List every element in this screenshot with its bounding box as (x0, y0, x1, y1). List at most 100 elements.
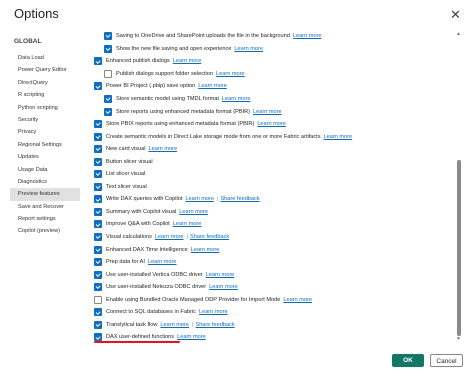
feature-checkbox[interactable] (104, 107, 112, 116)
feature-label: Improve Q&A with Copilot (106, 221, 170, 228)
feature-checkbox[interactable] (94, 132, 102, 141)
feature-row: Button slicer visual (94, 155, 462, 168)
learn-more-link[interactable]: Learn more (148, 146, 177, 152)
feature-row: Create semantic models in Direct Lake st… (94, 130, 462, 143)
feature-row: Use user-installed Netezza ODBC driver Le… (94, 281, 462, 294)
learn-more-link[interactable]: Learn more (216, 71, 245, 77)
learn-more-link[interactable]: Learn more (257, 121, 286, 127)
share-feedback-link[interactable]: Share feedback (220, 196, 259, 202)
feature-label: Saving to OneDrive and SharePoint upload… (116, 33, 290, 40)
feature-row: Enable using Bundled Oracle Managed ODP … (94, 293, 462, 306)
feature-checkbox[interactable] (94, 283, 102, 292)
dialog-title: Options (14, 6, 59, 21)
scroll-down-arrow-icon[interactable]: ▼ (456, 336, 461, 342)
feature-checkbox[interactable] (94, 207, 102, 216)
feature-row: Translytical task flow Learn more | Share f… (94, 319, 462, 332)
feature-label: Store semantic model using TMDL format (116, 96, 219, 102)
feature-row: Use user-installed Vertica ODBC driver Le… (94, 268, 462, 281)
sidebar-item-python-scripting[interactable]: Python scripting (10, 102, 80, 114)
feature-row: Write DAX queries with Copilot Learn more… (94, 193, 462, 206)
learn-more-link[interactable]: Learn more (173, 221, 202, 227)
learn-more-link[interactable]: Learn more (222, 96, 251, 102)
feature-checkbox[interactable] (94, 170, 102, 179)
learn-more-link[interactable]: Learn more (206, 272, 235, 278)
feature-row: Store semantic model using TMDL format Le… (94, 93, 462, 106)
learn-more-link[interactable]: Learn more (324, 134, 353, 140)
sidebar-item-privacy[interactable]: Privacy (10, 126, 80, 138)
feature-checkbox[interactable] (94, 233, 102, 242)
feature-label: Translytical task flow (106, 321, 158, 328)
feature-checkbox[interactable] (94, 182, 102, 191)
sidebar-item-data-load[interactable]: Data Load (10, 52, 80, 64)
share-feedback-link[interactable]: Share feedback (195, 322, 234, 328)
sidebar-item-regional-settings[interactable]: Regional Settings (10, 139, 80, 151)
feature-checkbox[interactable] (94, 295, 102, 304)
close-icon[interactable]: ✕ (449, 8, 462, 21)
share-feedback-link[interactable]: Share feedback (190, 234, 229, 240)
sidebar-item-preview-features[interactable]: Preview features (10, 188, 80, 201)
feature-checkbox[interactable] (94, 220, 102, 229)
feature-label: Power BI Project (.pbip) save option (106, 83, 196, 90)
learn-more-link[interactable]: Learn more (173, 58, 202, 64)
sidebar-item-diagnostics[interactable]: Diagnostics (10, 176, 80, 188)
link-separator: | (216, 196, 219, 203)
feature-label: Button slicer visual (106, 158, 153, 165)
feature-checkbox[interactable] (94, 195, 102, 204)
learn-more-link[interactable]: Learn more (148, 259, 177, 265)
learn-more-link[interactable]: Learn more (198, 83, 227, 89)
feature-checkbox[interactable] (94, 258, 102, 267)
learn-more-link[interactable]: Learn more (199, 309, 228, 315)
feature-checkbox[interactable] (104, 32, 112, 41)
feature-checkbox[interactable] (104, 69, 112, 78)
sidebar-item-save-and-recover[interactable]: Save and Recover (10, 201, 80, 213)
feature-row: Enhanced DAX Time Intelligence Learn more (94, 243, 462, 256)
feature-label: New card visual (106, 146, 146, 153)
learn-more-link[interactable]: Learn more (179, 209, 208, 215)
options-sidebar: GLOBAL Data Load Power Query Editor Direct… (10, 36, 80, 238)
learn-more-link[interactable]: Learn more (234, 46, 263, 52)
feature-checkbox[interactable] (104, 95, 112, 103)
feature-row: List slicer visual (94, 168, 462, 181)
feature-label: List slicer visual (106, 171, 146, 178)
feature-row: Saving to OneDrive and SharePoint upload… (94, 30, 462, 43)
sidebar-item-usage-data[interactable]: Usage Data (10, 164, 80, 176)
learn-more-link[interactable]: Learn more (160, 322, 189, 328)
sidebar-item-directquery[interactable]: DirectQuery (10, 77, 80, 89)
scroll-up-arrow-icon[interactable]: ▲ (456, 31, 461, 37)
feature-row: Store PBIX reports using enhanced metada… (94, 118, 462, 131)
sidebar-group-header: GLOBAL (14, 38, 42, 45)
feature-checkbox[interactable] (94, 120, 102, 129)
scrollbar-thumb[interactable] (457, 160, 461, 336)
learn-more-link[interactable]: Learn more (253, 109, 282, 115)
feature-checkbox[interactable] (94, 308, 102, 317)
ok-button[interactable]: OK (392, 354, 424, 367)
feature-checkbox[interactable] (94, 320, 102, 329)
feature-checkbox[interactable] (104, 44, 112, 53)
feature-row: New card visual Learn more (94, 143, 462, 156)
sidebar-item-power-query-editor[interactable]: Power Query Editor (10, 64, 80, 76)
sidebar-item-r-scripting[interactable]: R scripting (10, 89, 80, 101)
sidebar-item-security[interactable]: Security (10, 114, 80, 126)
learn-more-link[interactable]: Learn more (191, 247, 220, 253)
feature-checkbox[interactable] (94, 157, 102, 166)
feature-row: Improve Q&A with Copilot Learn more (94, 218, 462, 231)
learn-more-link[interactable]: Learn more (293, 33, 322, 39)
sidebar-item-report-settings[interactable]: Report settings (10, 213, 80, 225)
feature-row: Connect to SQL databases in Fabric Learn … (94, 306, 462, 319)
learn-more-link[interactable]: Learn more (185, 196, 214, 202)
sidebar-item-copilot-preview[interactable]: Copilot (preview) (10, 225, 80, 237)
learn-more-link[interactable]: Learn more (177, 334, 206, 340)
feature-checkbox[interactable] (94, 145, 102, 154)
feature-checkbox[interactable] (94, 270, 102, 279)
cancel-button[interactable]: Cancel (430, 354, 463, 367)
learn-more-link[interactable]: Learn more (283, 297, 312, 303)
learn-more-link[interactable]: Learn more (209, 284, 238, 290)
highlight-underline-mark (94, 341, 180, 343)
feature-checkbox[interactable] (94, 57, 102, 66)
feature-label: Store reports using enhanced metadata fo… (116, 108, 251, 115)
feature-checkbox[interactable] (94, 245, 102, 254)
feature-label: Write DAX queries with Copilot (106, 196, 183, 203)
learn-more-link[interactable]: Learn more (155, 234, 184, 240)
sidebar-item-updates[interactable]: Updates (10, 151, 80, 163)
feature-checkbox[interactable] (94, 82, 102, 91)
